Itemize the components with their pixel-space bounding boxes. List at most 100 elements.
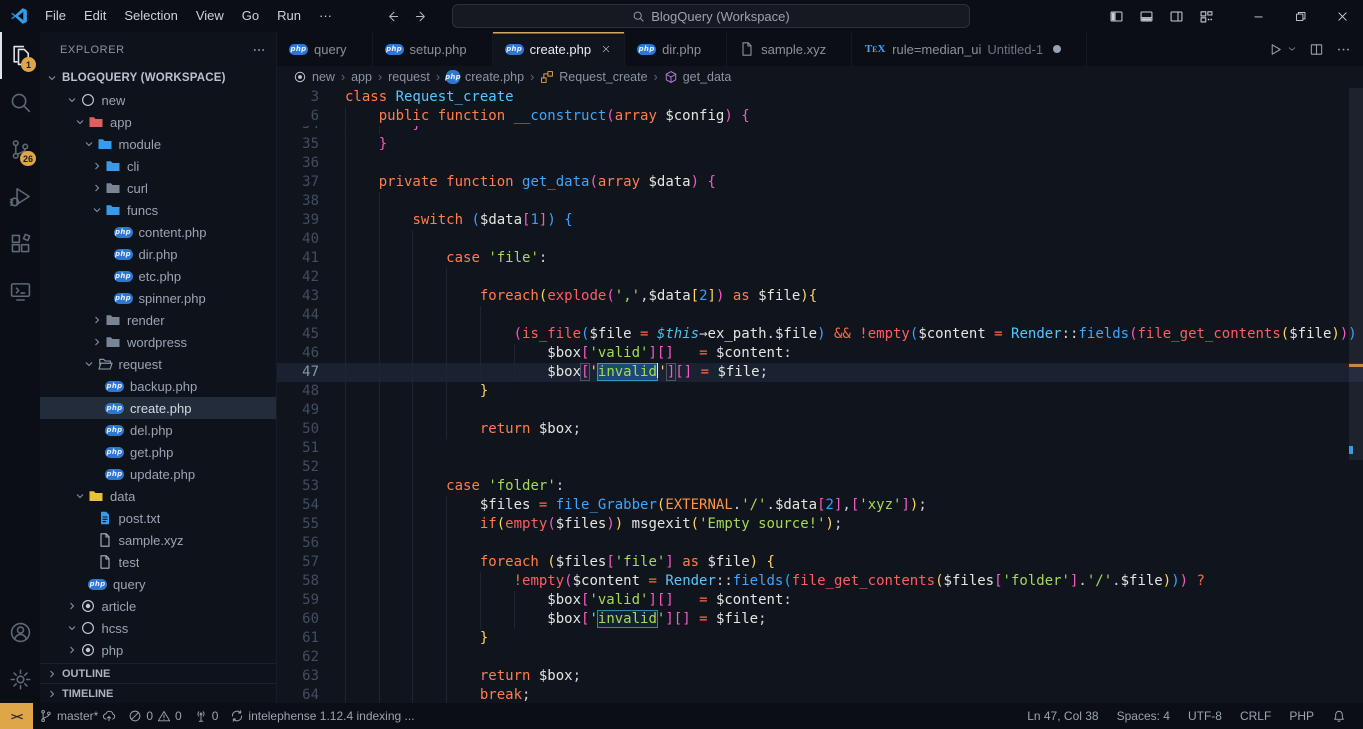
breadcrumb-item[interactable]: get_data	[683, 70, 732, 84]
tree-item-post-txt[interactable]: post.txt	[40, 507, 276, 529]
tree-item-del-php[interactable]: phpdel.php	[40, 419, 276, 441]
activity-settings[interactable]	[0, 656, 40, 703]
restore-button[interactable]	[1279, 0, 1321, 32]
tree-item-update-php[interactable]: phpupdate.php	[40, 463, 276, 485]
status-intelephense[interactable]: intelephense 1.12.4 indexing ...	[224, 703, 420, 729]
tree-item-spinner-php[interactable]: phpspinner.php	[40, 287, 276, 309]
tree-item-sample-xyz[interactable]: sample.xyz	[40, 529, 276, 551]
code-line-52[interactable]: 52	[277, 458, 1363, 477]
editor-scrollbar[interactable]	[1349, 88, 1363, 703]
tree-item-create-php[interactable]: phpcreate.php	[40, 397, 276, 419]
activity-explorer[interactable]: 1	[0, 32, 40, 79]
activity-remote-explorer[interactable]	[0, 267, 40, 314]
tab-sample-xyz[interactable]: sample.xyz	[727, 32, 852, 66]
minimize-button[interactable]	[1237, 0, 1279, 32]
section-outline[interactable]: OUTLINE	[40, 663, 276, 683]
tree-item-get-php[interactable]: phpget.php	[40, 441, 276, 463]
code-line-34[interactable]: 34 }	[277, 126, 1363, 134]
activity-search[interactable]	[0, 79, 40, 126]
status-branch[interactable]: master*	[33, 703, 122, 729]
menu-go[interactable]: Go	[233, 4, 268, 27]
menu-view[interactable]: View	[187, 4, 233, 27]
tree-item-render[interactable]: render	[40, 309, 276, 331]
status-indentation[interactable]: Spaces: 4	[1108, 703, 1179, 729]
status-encoding[interactable]: UTF-8	[1179, 703, 1231, 729]
activity-run-debug[interactable]	[0, 173, 40, 220]
menu-file[interactable]: File	[36, 4, 75, 27]
status-problems[interactable]: 00	[122, 703, 187, 729]
code-line-44[interactable]: 44	[277, 306, 1363, 325]
code-editor[interactable]: 3class Request_create6 public function _…	[277, 88, 1363, 703]
layout-sidebar-left-button[interactable]	[1103, 3, 1129, 29]
code-line-60[interactable]: 60 $box['invalid'][] = $file;	[277, 610, 1363, 629]
code-line-62[interactable]: 62	[277, 648, 1363, 667]
code-line-61[interactable]: 61 }	[277, 629, 1363, 648]
tab-create-php[interactable]: phpcreate.php	[493, 32, 625, 66]
code-line-54[interactable]: 54 $files = file_Grabber(EXTERNAL.'/'.$d…	[277, 496, 1363, 515]
tree-item-php[interactable]: php	[40, 639, 276, 661]
code-line-43[interactable]: 43 foreach(explode(',',$data[2]) as $fil…	[277, 287, 1363, 306]
close-button[interactable]	[1321, 0, 1363, 32]
tree-item-backup-php[interactable]: phpbackup.php	[40, 375, 276, 397]
tree-item-curl[interactable]: curl	[40, 177, 276, 199]
code-line-58[interactable]: 58 !empty($content = Render::fields(file…	[277, 572, 1363, 591]
ellipsis-icon[interactable]	[1336, 42, 1351, 57]
tree-item-wordpress[interactable]: wordpress	[40, 331, 276, 353]
code-line-37[interactable]: 37 private function get_data(array $data…	[277, 173, 1363, 192]
command-center-search[interactable]: BlogQuery (Workspace)	[452, 4, 970, 28]
tree-item-module[interactable]: module	[40, 133, 276, 155]
tab-dir-php[interactable]: phpdir.php	[625, 32, 727, 66]
activity-source-control[interactable]: 26	[0, 126, 40, 173]
code-line-55[interactable]: 55 if(empty($files)) msgexit('Empty sour…	[277, 515, 1363, 534]
tree-item-test[interactable]: test	[40, 551, 276, 573]
code-line-50[interactable]: 50 return $box;	[277, 420, 1363, 439]
code-line-40[interactable]: 40	[277, 230, 1363, 249]
tab-rule-median-ui[interactable]: TEXrule=median_uiUntitled-1	[852, 32, 1087, 66]
code-line-3[interactable]: 3class Request_create	[277, 88, 1363, 107]
code-line-53[interactable]: 53 case 'folder':	[277, 477, 1363, 496]
code-line-42[interactable]: 42	[277, 268, 1363, 287]
close-icon[interactable]	[597, 40, 615, 58]
tab-query[interactable]: phpquery	[277, 32, 373, 66]
tree-item-cli[interactable]: cli	[40, 155, 276, 177]
layout-grid-button[interactable]	[1193, 3, 1219, 29]
code-line-46[interactable]: 46 $box['valid'][] = $content:	[277, 344, 1363, 363]
tree-item-app[interactable]: app	[40, 111, 276, 133]
status-eol[interactable]: CRLF	[1231, 703, 1280, 729]
tree-item-query[interactable]: phpquery	[40, 573, 276, 595]
section-timeline[interactable]: TIMELINE	[40, 683, 276, 703]
code-line-49[interactable]: 49	[277, 401, 1363, 420]
breadcrumb-item[interactable]: new	[312, 70, 335, 84]
code-line-35[interactable]: 35 }	[277, 135, 1363, 154]
activity-extensions[interactable]	[0, 220, 40, 267]
breadcrumb-item[interactable]: app	[351, 70, 372, 84]
menu-edit[interactable]: Edit	[75, 4, 115, 27]
remote-indicator[interactable]: ><	[0, 703, 33, 729]
menu-[interactable]: ···	[310, 4, 341, 27]
tree-item-request[interactable]: request	[40, 353, 276, 375]
status-notifications[interactable]	[1323, 703, 1355, 729]
code-line-48[interactable]: 48 }	[277, 382, 1363, 401]
code-line-63[interactable]: 63 return $box;	[277, 667, 1363, 686]
status-ports[interactable]: 0	[188, 703, 225, 729]
play-icon[interactable]	[1268, 42, 1283, 57]
code-line-64[interactable]: 64 break;	[277, 686, 1363, 703]
status-language-mode[interactable]: PHP	[1280, 703, 1323, 729]
chevron-down-icon[interactable]	[1287, 44, 1297, 54]
code-line-45[interactable]: 45 (is_file($file = $this→ex_path.$file)…	[277, 325, 1363, 344]
scrollbar-slider[interactable]	[1349, 88, 1363, 460]
tree-item-data[interactable]: data	[40, 485, 276, 507]
code-line-36[interactable]: 36	[277, 154, 1363, 173]
tree-item-new[interactable]: new	[40, 89, 276, 111]
breadcrumb-item[interactable]: create.php	[465, 70, 524, 84]
layout-panel-button[interactable]	[1133, 3, 1159, 29]
tree-item-content-php[interactable]: phpcontent.php	[40, 221, 276, 243]
menu-run[interactable]: Run	[268, 4, 310, 27]
code-line-59[interactable]: 59 $box['valid'][] = $content:	[277, 591, 1363, 610]
status-cursor-position[interactable]: Ln 47, Col 38	[1018, 703, 1107, 729]
tab-setup-php[interactable]: phpsetup.php	[373, 32, 493, 66]
workspace-root-row[interactable]: BLOGQUERY (WORKSPACE)	[40, 67, 276, 89]
arrow-left-icon[interactable]	[385, 9, 400, 24]
activity-accounts[interactable]	[0, 609, 40, 656]
tree-item-hcss[interactable]: hcss	[40, 617, 276, 639]
